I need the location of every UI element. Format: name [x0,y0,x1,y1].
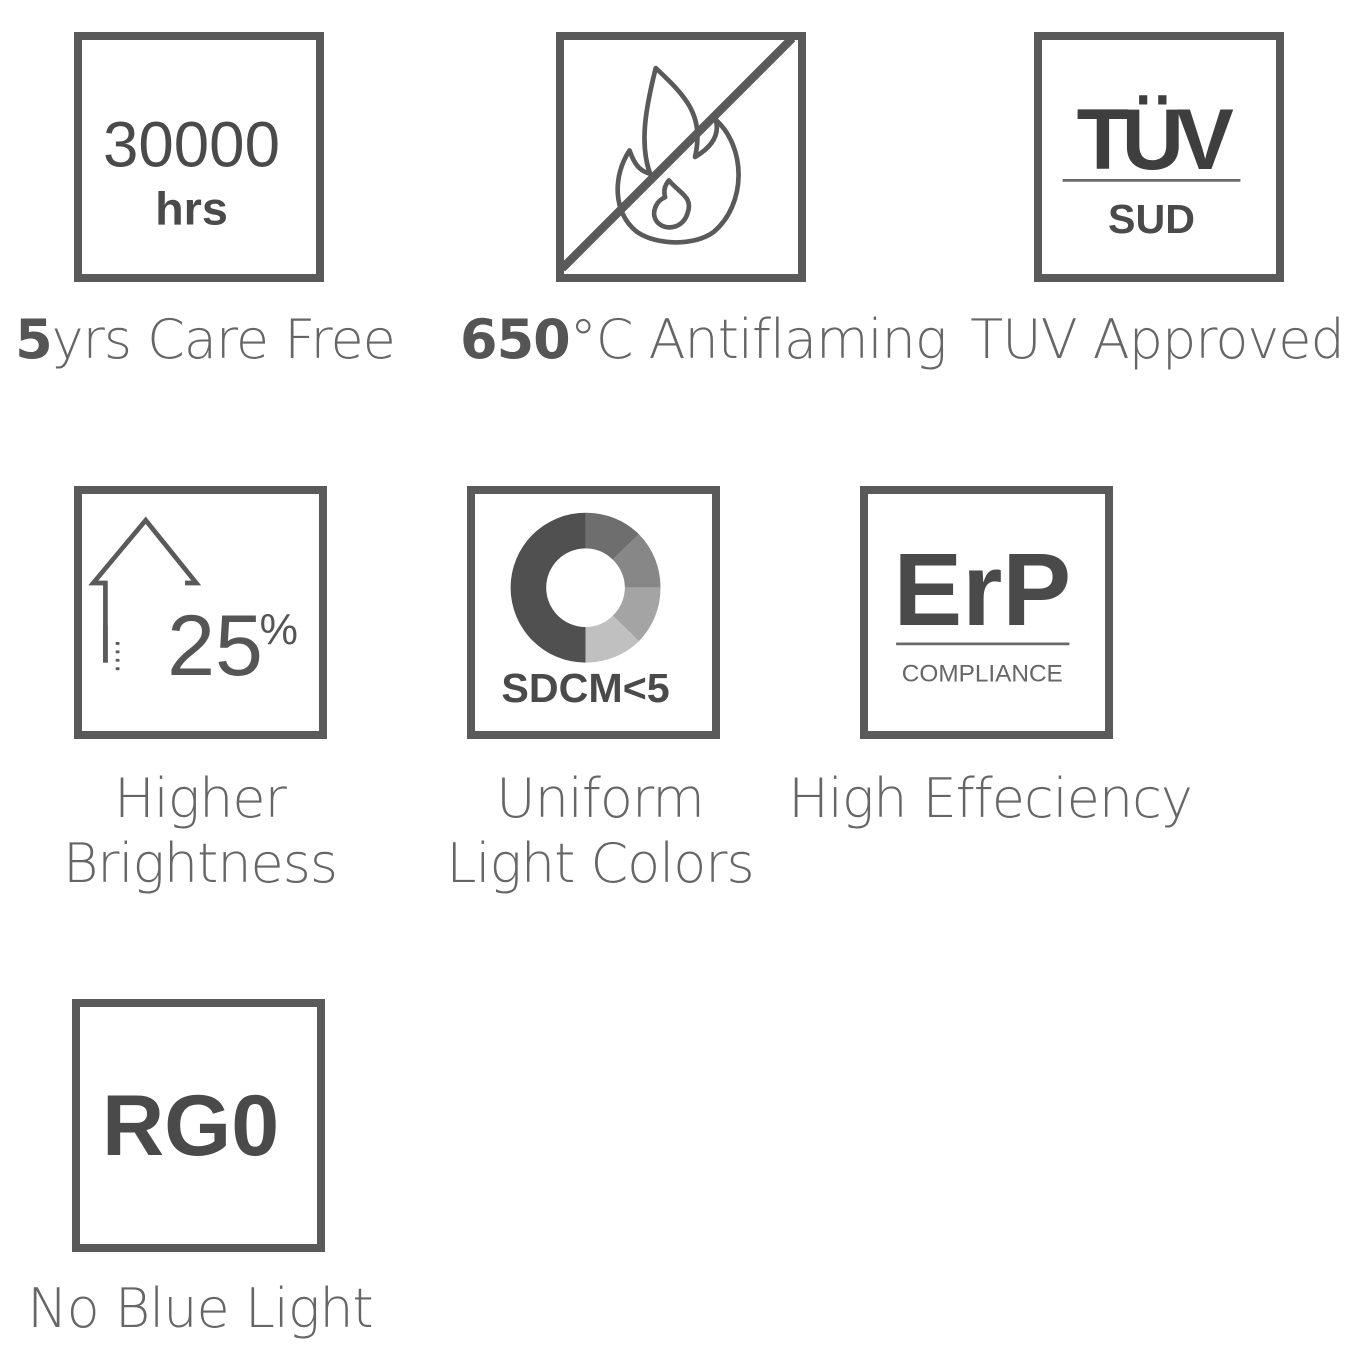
antiflaming-caption-rest: °C Antiflaming [569,308,948,371]
brightness-caption-line1: Higher [114,767,287,830]
erp-caption: High Effeciency [788,767,1193,830]
erp-badge: ErP COMPLIANCE [860,486,1113,739]
lifetime-hours-value: 30000 [103,109,280,180]
lifetime-caption-bold: 5 [15,308,53,371]
sdcm-caption-line1: Uniform [496,767,705,830]
tuv-logo-text: TÜV [1077,92,1234,188]
lifetime-hours-unit: hrs [155,182,228,234]
brightness-caption: Higher Brightness [50,767,350,897]
lifetime-icon: 30000 hrs [103,109,280,234]
rg0-badge: RG0 [72,999,325,1252]
rg0-logo-text: RG0 [102,1078,279,1174]
sdcm-caption: Uniform Light Colors [430,767,770,897]
brightness-badge: 25 % [74,486,327,739]
lifetime-badge: 30000 hrs [74,32,324,282]
lifetime-caption: 5yrs Care Free [0,308,410,373]
tuv-logo-icon: TÜV SUD [1062,92,1241,242]
antiflaming-caption: 650°C Antiflaming [460,308,947,373]
erp-compliance-text: COMPLIANCE [902,660,1063,687]
erp-logo-icon: ErP COMPLIANCE [894,532,1072,687]
brightness-caption-line2: Brightness [62,831,338,895]
sdcm-caption-line2: Light Colors [446,831,754,895]
tuv-caption: TUV Approved [970,308,1345,371]
no-flame-icon [559,35,796,272]
sdcm-badge: SDCM<5 [467,486,720,739]
erp-logo-text: ErP [894,532,1072,647]
brightness-arrow-icon: 25 % [88,516,298,694]
color-wheel-icon: SDCM<5 [501,512,670,711]
sdcm-label: SDCM<5 [501,665,669,711]
rg0-logo-icon: RG0 [102,1078,279,1174]
brightness-percent-value: 25 [167,598,263,694]
tuv-logo-subtext: SUD [1108,196,1195,242]
antiflaming-badge [556,32,806,282]
tuv-badge: TÜV SUD [1034,32,1284,282]
brightness-percent-sign: % [260,606,298,654]
rg0-caption: No Blue Light [27,1277,373,1340]
lifetime-caption-rest: yrs Care Free [51,308,396,371]
antiflaming-caption-bold: 650 [460,308,571,371]
